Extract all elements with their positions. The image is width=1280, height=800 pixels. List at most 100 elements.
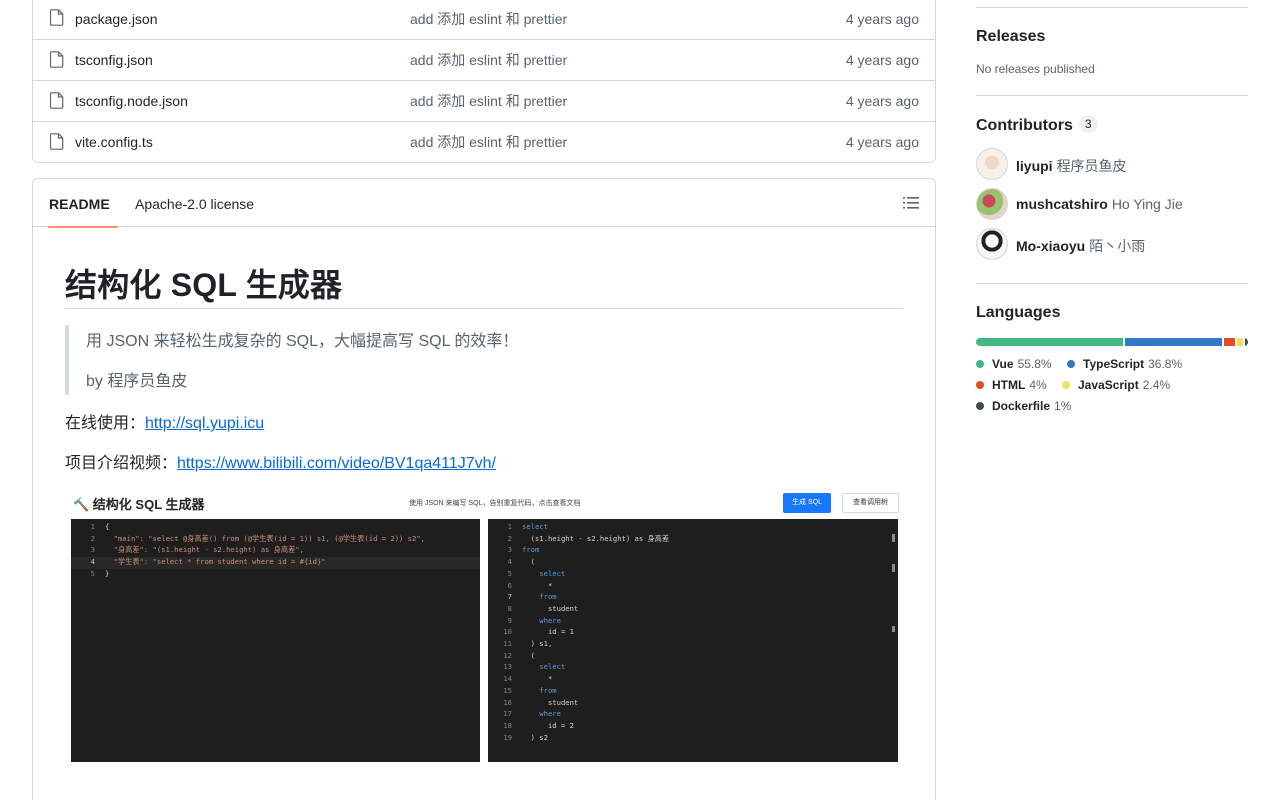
contributor-login[interactable]: mushcatshiro <box>1016 196 1108 212</box>
blockquote: 用 JSON 来轻松生成复杂的 SQL，大幅提高写 SQL 的效率！ by 程序… <box>65 325 903 395</box>
language-name: Vue <box>992 357 1014 371</box>
languages-heading: Languages <box>976 304 1061 321</box>
avatar[interactable] <box>976 228 1008 260</box>
language-item[interactable]: TypeScript 36.8% <box>1067 357 1182 371</box>
video-link[interactable]: https://www.bilibili.com/video/BV1qa411J… <box>177 455 496 472</box>
contributor-login[interactable]: Mo-xiaoyu <box>1016 238 1085 254</box>
scrollbar-mark <box>892 564 895 572</box>
contributor-login-line: mushcatshiro Ho Ying Jie <box>1016 196 1183 212</box>
file-name[interactable]: tsconfig.json <box>75 52 153 68</box>
language-name: Dockerfile <box>992 399 1051 413</box>
contributor-item[interactable]: mushcatshiro Ho Ying Jie <box>976 188 1248 220</box>
language-item[interactable]: Vue 55.8% <box>976 357 1052 371</box>
avatar[interactable] <box>976 188 1008 220</box>
file-icon <box>50 51 64 68</box>
quote-line: by 程序员鱼皮 <box>86 373 188 390</box>
scrollbar-mark <box>892 534 895 542</box>
contributor-login-line: Mo-xiaoyu 陌丶小雨 <box>1016 236 1145 256</box>
scrollbar-mark <box>892 626 895 632</box>
json-editor: 1{ 2 "main": "select @身高差() from (@学生表(i… <box>71 519 480 762</box>
code-line: 1{ <box>90 522 110 531</box>
language-bar-segment <box>1125 338 1223 346</box>
contributor-login-line: liyupi 程序员鱼皮 <box>1016 156 1127 176</box>
language-bar-segment <box>1224 338 1236 346</box>
file-icon <box>50 92 64 109</box>
language-bar-segment <box>976 338 1124 346</box>
contributors-title[interactable]: Contributors <box>976 117 1073 134</box>
code-line: 4 "学生表": "select * from student where id… <box>71 557 480 569</box>
readme-screenshot: 🔨 结构化 SQL 生成器 使用 JSON 来编写 SQL，告别重复代码，点击查… <box>71 489 899 765</box>
code-line: 5} <box>90 568 110 578</box>
readme-title: 结构化 SQL 生成器 <box>65 267 343 303</box>
code-line: 2 "main": "select @身高差() from (@学生表(id =… <box>90 533 425 543</box>
contributors-heading[interactable]: Contributors 3 <box>976 115 1098 135</box>
file-row[interactable]: vite.config.ts add 添加 eslint 和 prettier … <box>33 121 935 162</box>
screenshot-hint: 使用 JSON 来编写 SQL，告别重复代码，点击查看文档 <box>409 500 581 507</box>
readme-tabs: README Apache-2.0 license <box>33 179 935 228</box>
contributor-item[interactable]: liyupi 程序员鱼皮 <box>976 148 1248 180</box>
language-dot <box>1062 381 1070 389</box>
online-usage-paragraph: 在线使用：http://sql.yupi.icu <box>65 409 264 433</box>
video-label: 项目介绍视频： <box>65 455 178 472</box>
commit-message[interactable]: add 添加 eslint 和 prettier <box>410 50 567 70</box>
divider <box>976 95 1248 96</box>
language-percent: 1% <box>1054 399 1072 413</box>
file-icon <box>50 9 64 26</box>
releases-heading[interactable]: Releases <box>976 28 1045 46</box>
commit-time: 4 years ago <box>845 10 919 27</box>
language-percent: 36.8% <box>1148 357 1183 371</box>
contributor-login[interactable]: liyupi <box>1016 158 1053 174</box>
language-bar-segment <box>1237 338 1244 346</box>
divider <box>976 7 1248 8</box>
file-row[interactable]: tsconfig.json add 添加 eslint 和 prettier 4… <box>33 39 935 80</box>
file-row[interactable]: tsconfig.node.json add 添加 eslint 和 prett… <box>33 80 935 121</box>
commit-message[interactable]: add 添加 eslint 和 prettier <box>410 132 567 152</box>
languages-bar <box>976 338 1248 346</box>
language-percent: 2.4% <box>1142 378 1171 392</box>
contributors-count-badge: 3 <box>1078 115 1098 133</box>
tab-readme[interactable]: README <box>48 179 118 228</box>
online-link[interactable]: http://sql.yupi.icu <box>145 415 264 432</box>
divider <box>65 308 903 309</box>
tab-license[interactable]: Apache-2.0 license <box>135 179 254 227</box>
screenshot-generate-button: 生成 SQL <box>783 493 831 513</box>
online-label: 在线使用： <box>65 415 146 432</box>
contributor-item[interactable]: Mo-xiaoyu 陌丶小雨 <box>976 228 1248 260</box>
readme-panel: README Apache-2.0 license 结构化 SQL 生成器 用 … <box>32 178 936 800</box>
language-percent: 55.8% <box>1017 357 1052 371</box>
file-name[interactable]: tsconfig.node.json <box>75 93 188 109</box>
language-name: JavaScript <box>1078 378 1139 392</box>
language-item[interactable]: JavaScript 2.4% <box>1062 378 1170 392</box>
commit-time: 4 years ago <box>845 52 919 68</box>
code-line: 3 "身高差": "(s1.height - s2.height) as 身高差… <box>90 545 304 555</box>
file-list: package.json add 添加 eslint 和 prettier 4 … <box>32 0 936 163</box>
quote-line: 用 JSON 来轻松生成复杂的 SQL，大幅提高写 SQL 的效率！ <box>86 333 519 350</box>
language-dot <box>976 402 984 410</box>
releases-empty-text: No releases published <box>976 62 1095 76</box>
file-name[interactable]: package.json <box>75 11 158 27</box>
language-item[interactable]: Dockerfile 1% <box>976 399 1071 413</box>
language-name: TypeScript <box>1083 357 1145 371</box>
sql-editor: 1 select 2 (s1.height - s2.height) as 身高差… <box>488 519 898 762</box>
contributor-name: Ho Ying Jie <box>1111 196 1183 212</box>
avatar[interactable] <box>976 148 1008 180</box>
commit-message[interactable]: add 添加 eslint 和 prettier <box>410 91 567 111</box>
file-name[interactable]: vite.config.ts <box>75 134 153 150</box>
contributor-name: 程序员鱼皮 <box>1056 158 1127 174</box>
contributor-name: 陌丶小雨 <box>1089 238 1146 254</box>
language-dot <box>1067 360 1075 368</box>
file-icon <box>50 133 64 150</box>
language-item[interactable]: HTML 4% <box>976 378 1047 392</box>
language-name: HTML <box>992 378 1026 392</box>
language-dot <box>976 360 984 368</box>
commit-time: 4 years ago <box>845 93 919 109</box>
video-paragraph: 项目介绍视频：https://www.bilibili.com/video/BV… <box>65 449 496 473</box>
outline-list-icon[interactable] <box>903 196 919 210</box>
language-percent: 4% <box>1029 378 1047 392</box>
commit-time: 4 years ago <box>845 134 919 150</box>
language-dot <box>976 381 984 389</box>
commit-message[interactable]: add 添加 eslint 和 prettier <box>410 9 567 29</box>
file-row[interactable]: package.json add 添加 eslint 和 prettier 4 … <box>33 0 935 39</box>
screenshot-examples-button: 查看调用树 <box>842 493 899 513</box>
screenshot-title: 🔨 结构化 SQL 生成器 <box>73 497 205 512</box>
